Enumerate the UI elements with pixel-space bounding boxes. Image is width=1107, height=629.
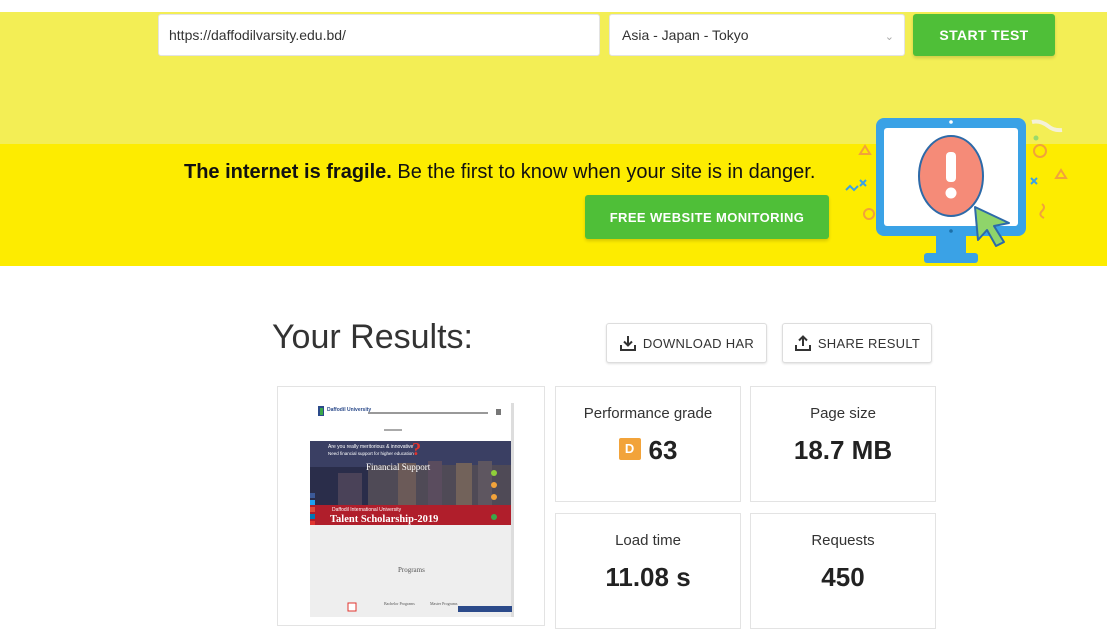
site-scroll-icon <box>347 602 357 612</box>
site-menu-icon <box>496 409 501 415</box>
site-contact-link <box>384 429 402 431</box>
load-time-value: 11.08 s <box>605 562 691 592</box>
page-size-value: 18.7 MB <box>793 435 893 465</box>
hero-question-mark: ? <box>412 439 421 459</box>
banner-headline: The internet is fragile. Be the first to… <box>184 161 815 184</box>
site-screenshot-card: Daffodil University Are you really merit… <box>277 386 545 626</box>
url-input[interactable] <box>158 14 600 56</box>
share-result-label: SHARE RESULT <box>817 335 921 351</box>
site-logo-text: Daffodil University <box>327 407 371 413</box>
site-master-link: Master Programs <box>430 601 458 606</box>
requests-card: Requests 450 <box>750 513 936 629</box>
site-screenshot: Daffodil University Are you really merit… <box>308 403 514 617</box>
site-bachelor-link: Bachelor Programs <box>384 601 415 606</box>
hero-university-name: Daffodil International University <box>332 507 402 513</box>
alert-icon <box>918 135 984 217</box>
requests-value: 450 <box>821 562 865 592</box>
location-value: Asia - Japan - Tokyo <box>622 27 749 43</box>
hero-financial-support: Financial Support <box>366 462 431 472</box>
chevron-down-icon: ⌄ <box>884 31 894 43</box>
page-size-card: Page size 18.7 MB <box>750 386 936 502</box>
start-test-button[interactable]: START TEST <box>913 14 1055 56</box>
performance-grade-value: 63 <box>648 435 678 465</box>
banner-headline-bold: The internet is fragile. <box>184 161 392 183</box>
download-icon <box>619 336 636 351</box>
monitor-alert-illustration <box>845 118 1068 263</box>
site-nav-bar <box>368 412 488 414</box>
site-hero-banner: Are you really meritorious & innovative … <box>310 439 511 540</box>
requests-label: Requests <box>811 532 875 549</box>
download-har-button[interactable]: DOWNLOAD HAR <box>606 323 767 363</box>
location-select[interactable]: Asia - Japan - Tokyo ⌄ <box>609 14 905 56</box>
share-icon <box>794 335 811 351</box>
banner-headline-rest: Be the first to know when your site is i… <box>397 161 816 183</box>
performance-grade-label: Performance grade <box>583 405 713 422</box>
top-strip <box>0 0 1107 12</box>
performance-grade-value-wrap: D 63 <box>556 435 740 466</box>
results-title: Your Results: <box>272 318 473 356</box>
load-time-label: Load time <box>615 532 681 549</box>
share-result-button[interactable]: SHARE RESULT <box>782 323 932 363</box>
free-monitoring-button[interactable]: FREE WEBSITE MONITORING <box>585 195 829 239</box>
hero-headline-1: Are you really meritorious & innovative <box>328 444 414 450</box>
download-har-label: DOWNLOAD HAR <box>642 335 755 351</box>
hero-headline-2: Need financial support for higher educat… <box>328 451 414 456</box>
site-programs-title: Programs <box>398 566 425 574</box>
grade-badge: D <box>618 438 641 461</box>
site-chat-bar <box>458 606 512 612</box>
hero-scholarship: Talent Scholarship-2019 <box>330 514 438 525</box>
page-size-label: Page size <box>810 405 876 422</box>
performance-grade-card: Performance grade D 63 <box>555 386 741 502</box>
load-time-card: Load time 11.08 s <box>555 513 741 629</box>
